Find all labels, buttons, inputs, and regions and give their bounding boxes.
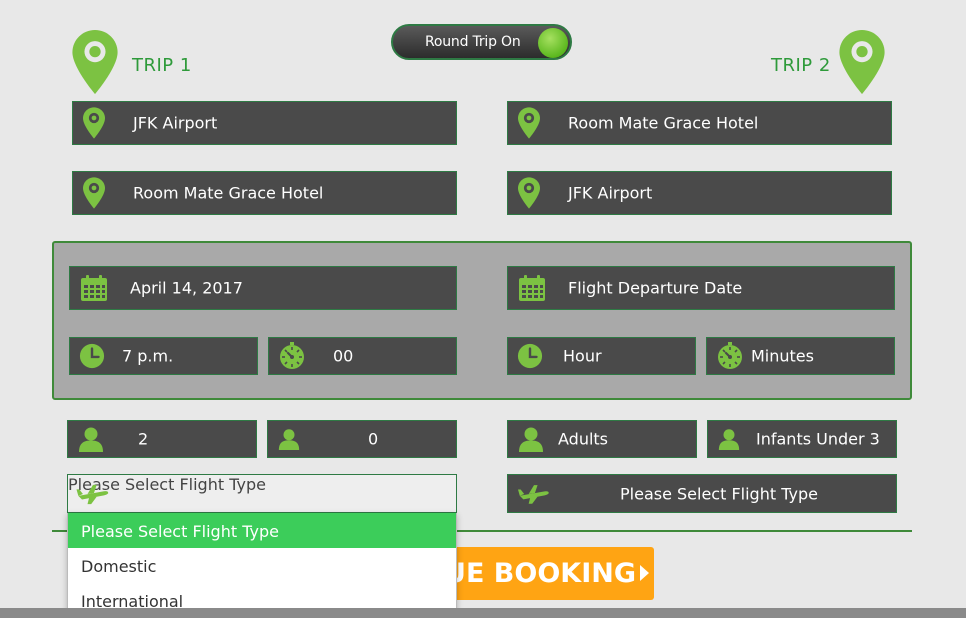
trip1-title: TRIP 1	[132, 55, 192, 76]
flight-type-option[interactable]: Domestic	[68, 548, 456, 583]
trip1-from-field[interactable]: JFK Airport	[72, 101, 457, 145]
trip2-flight-type-value: Please Select Flight Type	[620, 484, 818, 503]
clock-icon	[79, 343, 105, 369]
round-trip-label: Round Trip On	[425, 34, 521, 50]
trip2-minutes-placeholder: Minutes	[751, 346, 814, 366]
flight-type-option[interactable]: Please Select Flight Type	[68, 513, 456, 548]
flight-type-dropdown: Please Select Flight Type Domestic Inter…	[67, 513, 457, 618]
stopwatch-icon	[278, 342, 306, 370]
map-pin-icon	[83, 107, 105, 139]
airplane-icon	[518, 483, 550, 505]
map-pin-icon	[72, 30, 118, 94]
trip2-title: TRIP 2	[771, 55, 831, 76]
trip2-to-value: JFK Airport	[568, 183, 653, 203]
trip2-from-field[interactable]: Room Mate Grace Hotel	[507, 101, 892, 145]
trip1-infants-value: 0	[368, 429, 379, 449]
trip2-minutes-field[interactable]: Minutes	[706, 337, 895, 375]
calendar-icon	[80, 274, 108, 302]
trip2-from-value: Room Mate Grace Hotel	[568, 113, 759, 133]
trip1-from-value: JFK Airport	[133, 113, 218, 133]
trip2-adults-placeholder: Adults	[558, 429, 609, 449]
trip1-to-value: Room Mate Grace Hotel	[133, 183, 324, 203]
person-icon	[78, 426, 104, 452]
trip2-infants-placeholder: Infants Under 3	[756, 429, 880, 449]
trip1-minutes-field[interactable]: 00	[268, 337, 457, 375]
trip2-to-field[interactable]: JFK Airport	[507, 171, 892, 215]
trip2-date-placeholder: Flight Departure Date	[568, 278, 743, 298]
trip2-hour-placeholder: Hour	[563, 346, 602, 366]
trip1-adults-field[interactable]: 2	[67, 420, 257, 458]
trip1-date-value: April 14, 2017	[130, 278, 243, 298]
trip2-infants-field[interactable]: Infants Under 3	[707, 420, 897, 458]
stopwatch-icon	[716, 342, 744, 370]
round-trip-toggle[interactable]: Round Trip On	[391, 24, 572, 60]
trip1-to-field[interactable]: Room Mate Grace Hotel	[72, 171, 457, 215]
trip1-hour-value: 7 p.m.	[122, 346, 174, 366]
person-icon	[718, 428, 740, 450]
trip2-hour-field[interactable]: Hour	[507, 337, 696, 375]
map-pin-icon	[83, 177, 105, 209]
map-pin-icon	[518, 107, 540, 139]
map-pin-icon	[839, 30, 885, 94]
continue-booking-label: UE BOOKING	[444, 558, 636, 589]
person-icon	[518, 426, 544, 452]
clock-icon	[517, 343, 543, 369]
trip1-minutes-value: 00	[333, 346, 354, 366]
airplane-icon	[76, 483, 110, 505]
calendar-icon	[518, 274, 546, 302]
person-icon	[278, 428, 300, 450]
trip1-date-field[interactable]: April 14, 2017	[69, 266, 457, 310]
trip2-adults-field[interactable]: Adults	[507, 420, 697, 458]
trip2-date-field[interactable]: Flight Departure Date	[507, 266, 895, 310]
arrow-right-icon	[640, 565, 649, 581]
date-time-panel	[52, 241, 912, 400]
toggle-knob[interactable]	[538, 28, 568, 58]
trip1-hour-field[interactable]: 7 p.m.	[69, 337, 258, 375]
trip1-flight-type-select[interactable]: Please Select Flight Type	[67, 474, 457, 513]
trip2-flight-type-select[interactable]: Please Select Flight Type	[507, 474, 897, 513]
trip1-adults-value: 2	[138, 429, 149, 449]
map-pin-icon	[518, 177, 540, 209]
bottom-bar	[0, 608, 966, 618]
trip1-infants-field[interactable]: 0	[267, 420, 457, 458]
